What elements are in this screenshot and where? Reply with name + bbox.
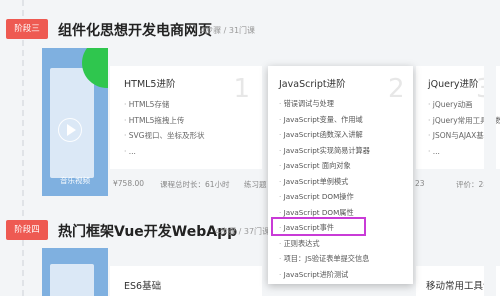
stage-title[interactable]: 热门框架Vue开发WebApp [58, 221, 237, 241]
card-title: jQuery进阶 [428, 79, 479, 90]
stage-badge: 阶段四 [6, 220, 48, 240]
list-item[interactable]: 错误调试与处理 [279, 96, 370, 112]
course-price: ¥758.00 [113, 179, 145, 188]
course-thumbnail[interactable] [42, 248, 108, 296]
thumbnail-screen [50, 264, 94, 296]
stage-title[interactable]: 组件化思想开发电商网页 [58, 20, 212, 40]
card-topic-list: 错误调试与处理 JavaScript变量、作用域 JavaScript函数深入讲… [279, 96, 370, 282]
card-title: 移动常用工具包 [426, 281, 493, 292]
stage-meta: 4步骤 / 37门课 [215, 227, 271, 236]
course-card-es6[interactable]: ES6基础 [110, 266, 262, 296]
course-hours: 课程总时长：61小时 [160, 180, 230, 189]
card-number: 2 [388, 74, 405, 104]
course-thumbnail[interactable]: 音乐视频 [42, 48, 108, 196]
list-item: HTML5存储 [124, 97, 204, 113]
list-item[interactable]: JavaScript 面向对象 [279, 158, 370, 174]
list-item: HTML5拖拽上传 [124, 113, 204, 129]
card-title: JavaScript进阶 [279, 79, 346, 90]
list-item[interactable]: JavaScript DOM操作 [279, 189, 370, 205]
highlight-box [271, 217, 366, 236]
stage-badge: 阶段三 [6, 19, 48, 39]
list-item: SVG视口、坐标及形状 [124, 128, 205, 144]
scrollbar[interactable] [484, 0, 496, 296]
list-item[interactable]: JavaScript实现简易计算器 [279, 143, 370, 159]
thumbnail-caption: 音乐视频 [60, 176, 90, 185]
list-item[interactable]: JavaScript进阶测试 [279, 267, 370, 283]
list-item: ... [124, 144, 204, 160]
card-title: HTML5进阶 [124, 79, 176, 90]
stage-meta: 4步骤 / 31门课 [200, 26, 256, 35]
course-card-html5[interactable]: HTML5进阶 1 HTML5存储 HTML5拖拽上传 SVG视口、坐标及形状 … [110, 66, 262, 169]
timeline-line [22, 0, 24, 296]
card-topic-list: HTML5存储 HTML5拖拽上传 SVG视口、坐标及形状 ... [124, 97, 205, 160]
list-item[interactable]: 正则表达式 [279, 236, 370, 252]
play-icon [58, 118, 82, 142]
practice-label: 练习题 [244, 180, 267, 189]
list-item[interactable]: JavaScript函数深入讲解 [279, 127, 370, 143]
card-number: 1 [233, 74, 250, 104]
course-card-javascript-expanded[interactable]: JavaScript进阶 2 错误调试与处理 JavaScript变量、作用域 … [268, 66, 413, 284]
list-item[interactable]: 项目：JS验证表单提交信息 [279, 251, 370, 267]
card-title: ES6基础 [124, 281, 162, 292]
list-item[interactable]: JavaScript单例模式 [279, 174, 370, 190]
list-item[interactable]: JavaScript变量、作用域 [279, 112, 370, 128]
practice-count: 23 [415, 179, 425, 188]
